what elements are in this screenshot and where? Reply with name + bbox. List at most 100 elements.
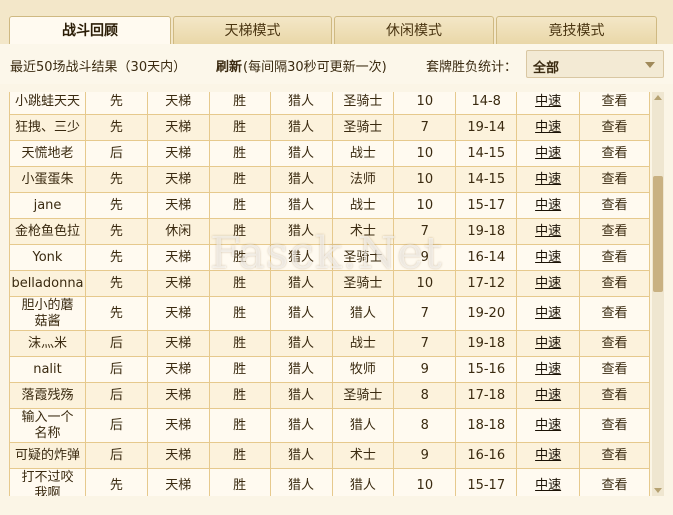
cell-opponent: 猎人 [331,408,395,443]
recent-battles-label: 最近50场战斗结果（30天内） [10,60,187,75]
deck-stats-label: 套牌胜负统计： [426,60,518,75]
cell-opponent: 圣骑士 [331,92,395,115]
cell-score: 17-12 [455,270,518,297]
cell-hero: 猎人 [269,140,333,167]
cell-result: 胜 [208,166,271,193]
cell-hero: 猎人 [269,382,333,409]
cell-action[interactable]: 查看 [579,140,650,167]
cell-action[interactable]: 查看 [579,114,650,141]
cell-action[interactable]: 查看 [579,244,650,271]
cell-score: 16-14 [455,244,518,271]
cell-speed[interactable]: 中速 [516,270,581,297]
cell-player: 可疑的炸弹 [9,442,86,469]
table-row: 打不过咬我啊先天梯胜猎人 猎人 10 15-17 中速 查看 [9,468,650,496]
cell-speed[interactable]: 中速 [516,468,581,496]
cell-order: 后 [84,356,148,383]
cell-action[interactable]: 查看 [579,192,650,219]
cell-action[interactable]: 查看 [579,382,650,409]
cell-turns: 9 [393,356,457,383]
cell-action[interactable]: 查看 [579,270,650,297]
deck-stats-select[interactable]: 全部 [526,50,664,78]
cell-speed[interactable]: 中速 [516,140,581,167]
cell-speed[interactable]: 中速 [516,192,581,219]
cell-speed[interactable]: 中速 [516,296,581,331]
cell-turns: 10 [393,166,457,193]
cell-order: 先 [84,218,148,245]
refresh-note: (每间隔30秒可更新一次) [243,60,387,75]
cell-hero: 猎人 [269,192,333,219]
cell-opponent: 猎人 [331,468,395,496]
refresh-button[interactable]: 刷新 [216,56,242,75]
cell-turns: 8 [393,382,457,409]
cell-speed[interactable]: 中速 [516,356,581,383]
tab-arena-mode[interactable]: 竟技模式 [496,16,657,44]
cell-result: 胜 [208,468,271,496]
table-scrollbar[interactable] [652,92,664,496]
cell-order: 先 [84,166,148,193]
cell-player: 金枪鱼色拉 [9,218,86,245]
cell-turns: 8 [393,408,457,443]
cell-speed[interactable]: 中速 [516,166,581,193]
cell-order: 后 [84,408,148,443]
tab-battle-review[interactable]: 战斗回顾 [9,16,171,45]
cell-result: 胜 [208,356,271,383]
cell-order: 先 [84,296,148,331]
cell-turns: 10 [393,270,457,297]
cell-action[interactable]: 查看 [579,442,650,469]
cell-mode: 天梯 [146,442,210,469]
cell-hero: 猎人 [269,218,333,245]
cell-action[interactable]: 查看 [579,218,650,245]
cell-speed[interactable]: 中速 [516,244,581,271]
cell-turns: 9 [393,244,457,271]
table-row: 小跳蛙天天先天梯胜猎人 圣骑士 10 14-8 中速 查看 [9,92,650,115]
cell-result: 胜 [208,192,271,219]
cell-speed[interactable]: 中速 [516,92,581,115]
table-row: 输入一个名称后天梯胜猎人 猎人 8 18-18 中速 查看 [9,408,650,443]
cell-order: 先 [84,192,148,219]
cell-opponent: 法师 [331,166,395,193]
cell-mode: 休闲 [146,218,210,245]
cell-speed[interactable]: 中速 [516,382,581,409]
scroll-down-arrow-icon[interactable] [654,488,662,493]
cell-opponent: 术士 [331,442,395,469]
cell-action[interactable]: 查看 [579,330,650,357]
cell-hero: 猎人 [269,330,333,357]
cell-score: 19-18 [455,218,518,245]
table-row: 沫灬米后天梯胜猎人 战士 7 19-18 中速 查看 [9,330,650,357]
cell-opponent: 圣骑士 [331,114,395,141]
cell-turns: 9 [393,442,457,469]
cell-speed[interactable]: 中速 [516,330,581,357]
cell-speed[interactable]: 中速 [516,442,581,469]
cell-result: 胜 [208,140,271,167]
table-row: belladonna 先天梯胜猎人 圣骑士 10 17-12 中速 查看 [9,270,650,297]
cell-action[interactable]: 查看 [579,92,650,115]
cell-speed[interactable]: 中速 [516,218,581,245]
tab-casual-mode[interactable]: 休闲模式 [334,16,494,44]
cell-speed[interactable]: 中速 [516,114,581,141]
cell-player: 输入一个名称 [9,408,86,443]
cell-turns: 7 [393,114,457,141]
cell-turns: 7 [393,296,457,331]
cell-mode: 天梯 [146,192,210,219]
cell-action[interactable]: 查看 [579,468,650,496]
cell-hero: 猎人 [269,356,333,383]
cell-action[interactable]: 查看 [579,166,650,193]
cell-action[interactable]: 查看 [579,408,650,443]
cell-score: 19-20 [455,296,518,331]
cell-action[interactable]: 查看 [579,356,650,383]
cell-mode: 天梯 [146,382,210,409]
tab-ladder-mode[interactable]: 天梯模式 [173,16,332,44]
cell-action[interactable]: 查看 [579,296,650,331]
cell-speed[interactable]: 中速 [516,408,581,443]
cell-turns: 10 [393,140,457,167]
cell-result: 胜 [208,442,271,469]
table-body: 小跳蛙天天先天梯胜猎人 圣骑士 10 14-8 中速 查看 狂拽、三少先天梯胜猎人 圣骑士 7 1… [9,92,650,496]
cell-hero: 猎人 [269,244,333,271]
scroll-up-arrow-icon[interactable] [654,95,662,100]
cell-score: 14-15 [455,140,518,167]
cell-order: 先 [84,114,148,141]
cell-result: 胜 [208,92,271,115]
cell-mode: 天梯 [146,296,210,331]
scroll-thumb[interactable] [653,176,663,292]
cell-mode: 天梯 [146,92,210,115]
